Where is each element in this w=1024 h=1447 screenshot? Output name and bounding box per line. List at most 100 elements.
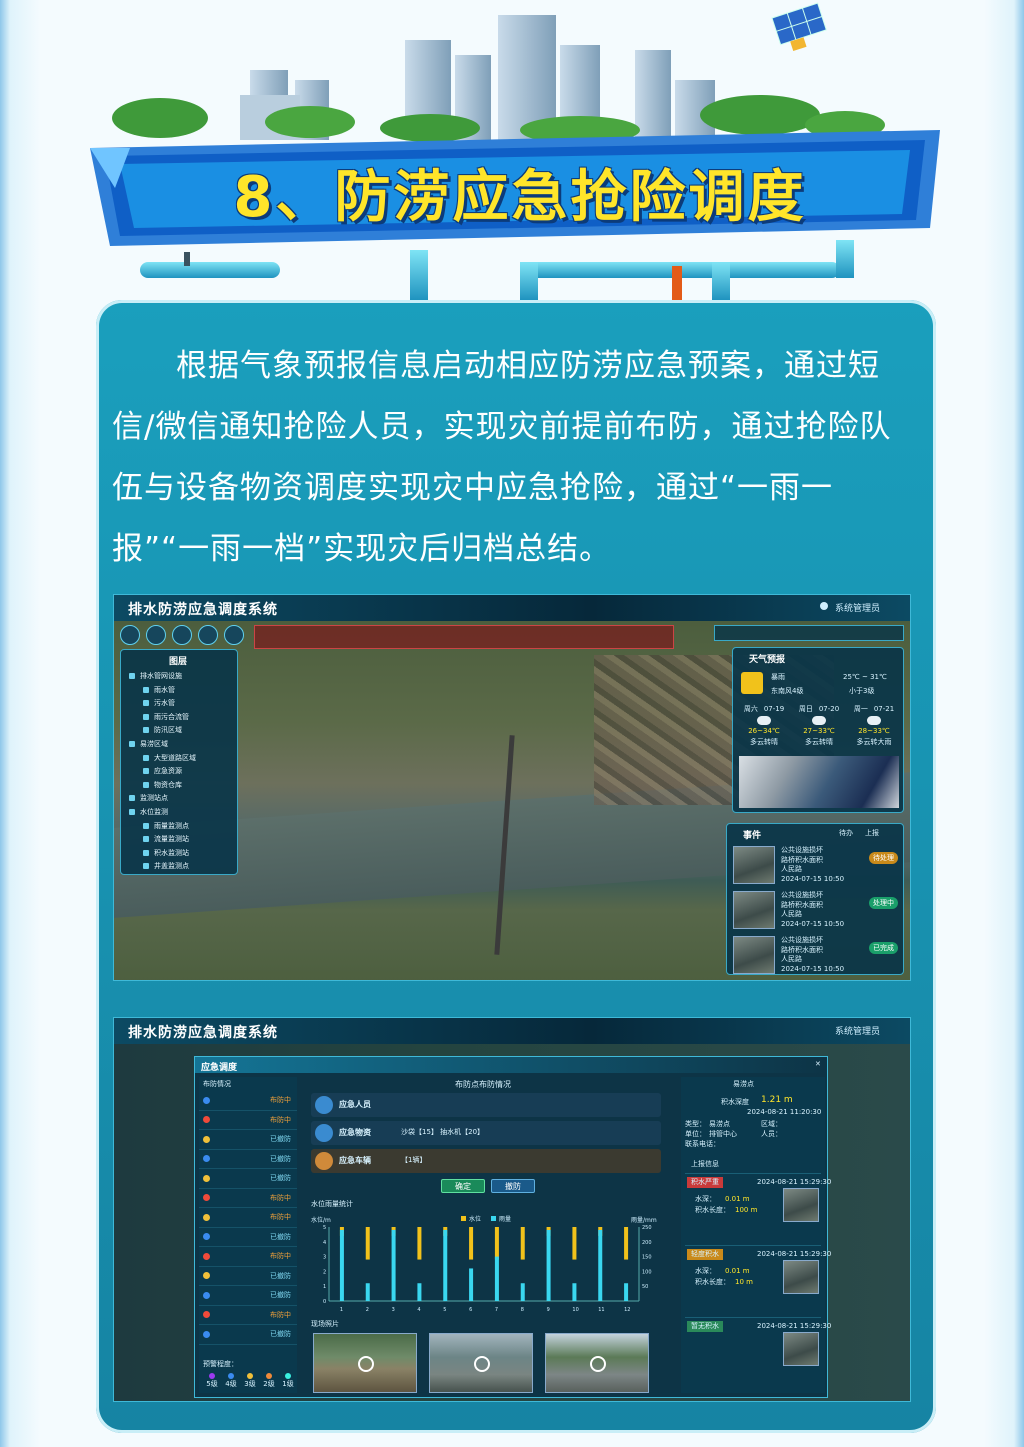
layer-checkbox-icon[interactable] — [143, 713, 149, 720]
layer-checkbox-icon[interactable] — [143, 836, 149, 843]
play-icon[interactable] — [358, 1356, 374, 1372]
layers-icon[interactable] — [120, 625, 140, 645]
y2-tick-label: 200 — [642, 1240, 652, 1246]
layer-item[interactable]: 水位监测 — [129, 806, 237, 820]
play-icon[interactable] — [590, 1356, 606, 1372]
layer-checkbox-icon[interactable] — [143, 822, 149, 829]
defense-list-title: 布防情况 — [203, 1080, 231, 1088]
event-item[interactable]: 公共设施损坏 路桥积水面积 人民路 2024-07-15 10:50 已完成 — [733, 934, 901, 978]
layer-item[interactable]: 排水管网设施 — [129, 670, 237, 684]
play-icon[interactable] — [474, 1356, 490, 1372]
fan-icon[interactable] — [198, 625, 218, 645]
layer-item[interactable]: 监测站点 — [129, 792, 237, 806]
resource-row[interactable]: 应急车辆 【1辆】 — [311, 1149, 661, 1173]
defense-row[interactable]: 已撤防 — [199, 1150, 297, 1169]
app-title: 排水防涝应急调度系统 — [128, 1025, 278, 1041]
layer-item[interactable]: 流量监测站 — [129, 833, 237, 847]
defense-row[interactable]: 已撤防 — [199, 1286, 297, 1306]
photos-title: 现场照片 — [311, 1320, 339, 1328]
defense-row[interactable]: 布防中 — [199, 1189, 297, 1208]
forecast-day: 周日 07-20 27~33℃ 多云转晴 — [792, 704, 846, 754]
layer-item[interactable]: 井盖监测点 — [129, 860, 237, 874]
defense-row[interactable]: 已撤防 — [199, 1130, 297, 1150]
warning-icon[interactable] — [224, 625, 244, 645]
ship-icon[interactable] — [146, 625, 166, 645]
alert-banner[interactable] — [254, 625, 674, 649]
layer-label: 应急资源 — [154, 767, 182, 776]
defense-row[interactable]: 已撤防 — [199, 1325, 297, 1345]
layer-item[interactable]: 积水监测站 — [129, 847, 237, 861]
site-photo-3[interactable] — [545, 1333, 649, 1393]
layer-checkbox-icon[interactable] — [129, 808, 135, 815]
report-item[interactable]: 积水严重 2024-08-21 15:29:30 水深： 0.01 m 积水长度： 100… — [685, 1173, 831, 1245]
legend-swatch-water — [461, 1216, 466, 1221]
layer-checkbox-icon[interactable] — [143, 863, 149, 870]
layer-label: 雨污合流管 — [154, 712, 189, 721]
report-item[interactable]: 暂无积水 2024-08-21 15:29:30 — [685, 1317, 831, 1389]
confirm-button[interactable]: 确定 — [441, 1179, 485, 1193]
defense-row[interactable]: 布防中 — [199, 1091, 297, 1111]
defense-dot-icon — [203, 1155, 210, 1162]
layer-checkbox-icon[interactable] — [143, 754, 149, 761]
user-name[interactable]: 系统管理员 — [835, 1024, 880, 1037]
event-photo[interactable] — [733, 846, 775, 884]
layer-item[interactable]: 雨污合流管 — [129, 711, 237, 725]
defense-row[interactable]: 已撤防 — [199, 1228, 297, 1247]
report-photo[interactable] — [783, 1332, 819, 1366]
report-item[interactable]: 轻度积水 2024-08-21 15:29:30 水深： 0.01 m 积水长度： 10 … — [685, 1245, 831, 1317]
user-name[interactable]: 系统管理员 — [835, 601, 880, 614]
forecast-weekday: 周一 — [853, 705, 868, 713]
layer-checkbox-icon[interactable] — [143, 849, 149, 856]
defense-row[interactable]: 布防中 — [199, 1306, 297, 1325]
event-item[interactable]: 公共设施损坏 路桥积水面积 人民路 2024-07-15 10:50 待处理 — [733, 844, 901, 888]
bar-rain — [572, 1283, 577, 1301]
layer-item[interactable]: 应急资源 — [129, 765, 237, 779]
layer-item[interactable]: 防汛区域 — [129, 724, 237, 738]
event-photo[interactable] — [733, 891, 775, 929]
rain-icon[interactable] — [172, 625, 192, 645]
forecast-desc: 多云转大雨 — [856, 738, 892, 746]
layer-checkbox-icon[interactable] — [129, 795, 135, 802]
close-icon[interactable]: ✕ — [815, 1059, 821, 1070]
warning-level-label: 预警程度： — [203, 1360, 238, 1368]
defense-status: 已撤防 — [270, 1291, 291, 1299]
defense-row[interactable]: 布防中 — [199, 1247, 297, 1267]
resource-row[interactable]: 应急物资 沙袋【15】 抽水机【20】 — [311, 1121, 661, 1145]
layer-checkbox-icon[interactable] — [143, 700, 149, 707]
site-photo-1[interactable] — [313, 1333, 417, 1393]
dispatch-dialog: 应急调度 ✕ 布防情况 布防中 布防中 已撤防 已撤防 已撤防 布防中 布防中 已撤防 布防中已… — [194, 1056, 831, 1398]
event-item[interactable]: 公共设施损坏 路桥积水面积 人民路 2024-07-15 10:50 处理中 — [733, 889, 901, 933]
layer-checkbox-icon[interactable] — [143, 768, 149, 775]
event-list: 公共设施损坏 路桥积水面积 人民路 2024-07-15 10:50 待处理 公共设施损坏… — [733, 844, 901, 979]
report-list: 积水严重 2024-08-21 15:29:30 水深： 0.01 m 积水长度： 100… — [685, 1173, 831, 1389]
layer-checkbox-icon[interactable] — [143, 727, 149, 734]
event-tab-todo[interactable]: 待办 — [839, 828, 853, 839]
event-tab-report[interactable]: 上报 — [865, 828, 879, 839]
layer-checkbox-icon[interactable] — [143, 686, 149, 693]
defense-status: 布防中 — [270, 1193, 291, 1202]
report-photo[interactable] — [783, 1188, 819, 1222]
report-depth-label: 水深： — [695, 1267, 716, 1275]
report-photo[interactable] — [783, 1260, 819, 1294]
layer-checkbox-icon[interactable] — [129, 673, 135, 679]
layer-item[interactable]: 易涝区域 — [129, 738, 237, 752]
x-tick-label: 10 — [572, 1307, 578, 1313]
layer-item[interactable]: 大型道路区域 — [129, 752, 237, 766]
map-tools[interactable] — [714, 625, 904, 641]
layer-checkbox-icon[interactable] — [129, 740, 135, 747]
event-photo[interactable] — [733, 936, 775, 974]
defense-row[interactable]: 已撤防 — [199, 1267, 297, 1286]
report-depth: 0.01 m — [725, 1195, 750, 1203]
layer-item[interactable]: 物资仓库 — [129, 779, 237, 793]
defense-row[interactable]: 布防中 — [199, 1111, 297, 1130]
layer-checkbox-icon[interactable] — [143, 781, 149, 788]
x-tick-label: 4 — [417, 1307, 420, 1313]
defense-row[interactable]: 已撤防 — [199, 1169, 297, 1189]
withdraw-button[interactable]: 撤防 — [491, 1179, 535, 1193]
layer-item[interactable]: 污水管 — [129, 697, 237, 711]
site-photo-2[interactable] — [429, 1333, 533, 1393]
resource-row[interactable]: 应急人员 — [311, 1093, 661, 1117]
layer-item[interactable]: 雨量监测点 — [129, 820, 237, 834]
layer-item[interactable]: 雨水管 — [129, 684, 237, 698]
defense-row[interactable]: 布防中 — [199, 1208, 297, 1228]
